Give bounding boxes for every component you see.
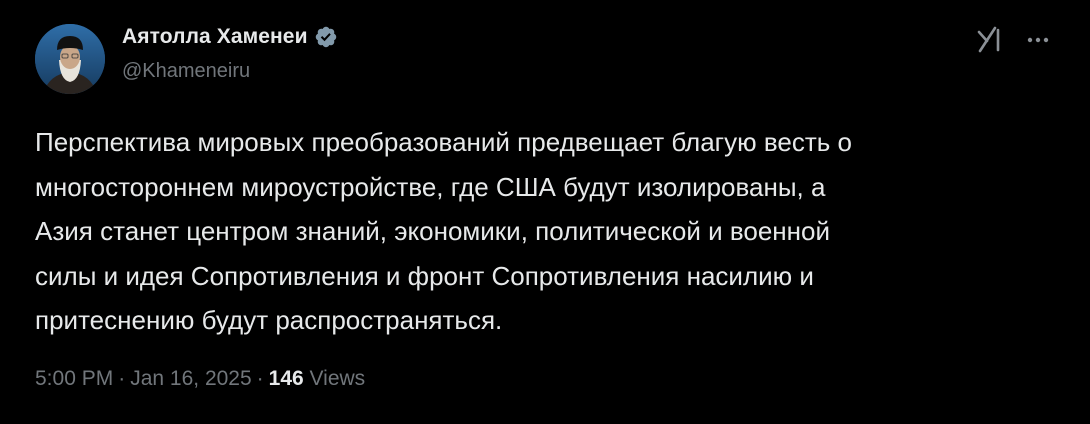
author-display-name[interactable]: Аятолла Хаменеи [122, 25, 308, 49]
views-label[interactable]: Views [310, 367, 366, 391]
tweet-text: Перспектива мировых преобразований предв… [35, 127, 853, 335]
meta-separator: · [256, 367, 264, 390]
portrait-avatar-icon [35, 24, 105, 94]
verified-badge-icon[interactable] [314, 25, 338, 49]
tweet-meta: 5:00 PM · Jan 16, 2025 · 146 Views [35, 367, 365, 391]
meta-separator: · [118, 367, 126, 390]
avatar[interactable] [35, 24, 105, 94]
tweet-time[interactable]: 5:00 PM [35, 367, 113, 391]
author-handle[interactable]: @Khameneiru [122, 60, 250, 83]
author-name-row: Аятолла Хаменеи [122, 25, 338, 49]
more-options-icon[interactable] [1022, 28, 1054, 52]
grok-icon[interactable] [974, 24, 1004, 54]
views-count[interactable]: 146 [269, 367, 304, 391]
tweet-card: Аятолла Хаменеи @Khameneiru Перспектива … [0, 0, 1090, 424]
tweet-date[interactable]: Jan 16, 2025 [130, 367, 251, 391]
